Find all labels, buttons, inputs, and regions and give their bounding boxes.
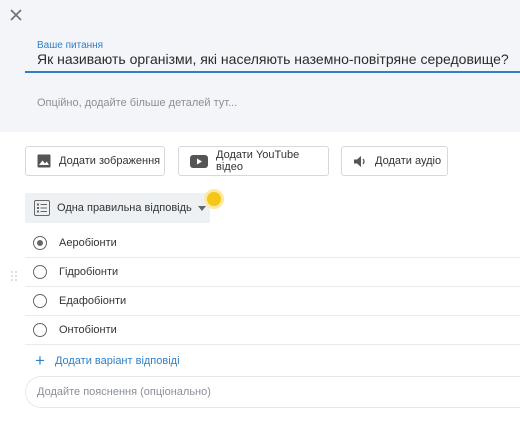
question-label: Ваше питання [37,40,104,51]
answer-label: Онтобіонти [59,323,117,336]
speaker-icon [353,155,367,168]
answer-option[interactable]: Едафобіонти [25,286,520,316]
explanation-input[interactable]: Додайте пояснення (опціонально) [25,376,520,408]
answer-label: Едафобіонти [59,294,127,307]
close-button[interactable] [6,5,26,25]
list-icon [34,200,50,216]
answer-radio[interactable] [33,264,47,279]
answer-option[interactable]: Онтобіонти [25,315,520,345]
add-answer-button[interactable]: + Додати варіант відповіді [35,352,180,369]
answer-radio[interactable] [33,293,47,308]
answer-option[interactable]: Гідробіонти [25,257,520,287]
image-icon [37,154,51,168]
answer-radio[interactable] [33,322,47,337]
details-input[interactable]: Опційно, додайте більше деталей тут... [37,97,237,109]
add-image-button[interactable]: Додати зображення [25,146,165,176]
answer-label: Гідробіонти [59,265,119,278]
question-input[interactable]: Як називають організми, які населяють на… [37,51,509,67]
answer-radio[interactable] [33,235,47,250]
add-answer-label: Додати варіант відповіді [54,354,180,367]
plus-icon: + [35,351,45,370]
highlight-marker [207,192,221,206]
add-youtube-button[interactable]: Додати YouTube відео [178,146,329,176]
add-audio-label: Додати аудіо [375,155,442,167]
explanation-placeholder: Додайте пояснення (опціонально) [37,386,211,398]
answer-type-label: Одна правильна відповідь [57,202,192,214]
question-input-underline [25,71,520,73]
add-audio-button[interactable]: Додати аудіо [341,146,448,176]
chevron-down-icon [197,205,206,211]
youtube-icon [190,154,208,168]
answer-label: Аеробіонти [59,236,117,249]
add-image-label: Додати зображення [59,155,161,167]
close-icon [10,9,22,21]
answer-option[interactable]: Аеробіонти [25,228,520,258]
answer-type-select[interactable]: Одна правильна відповідь [25,193,210,223]
add-youtube-label: Додати YouTube відео [216,149,300,173]
drag-handle-icon[interactable] [11,268,17,281]
